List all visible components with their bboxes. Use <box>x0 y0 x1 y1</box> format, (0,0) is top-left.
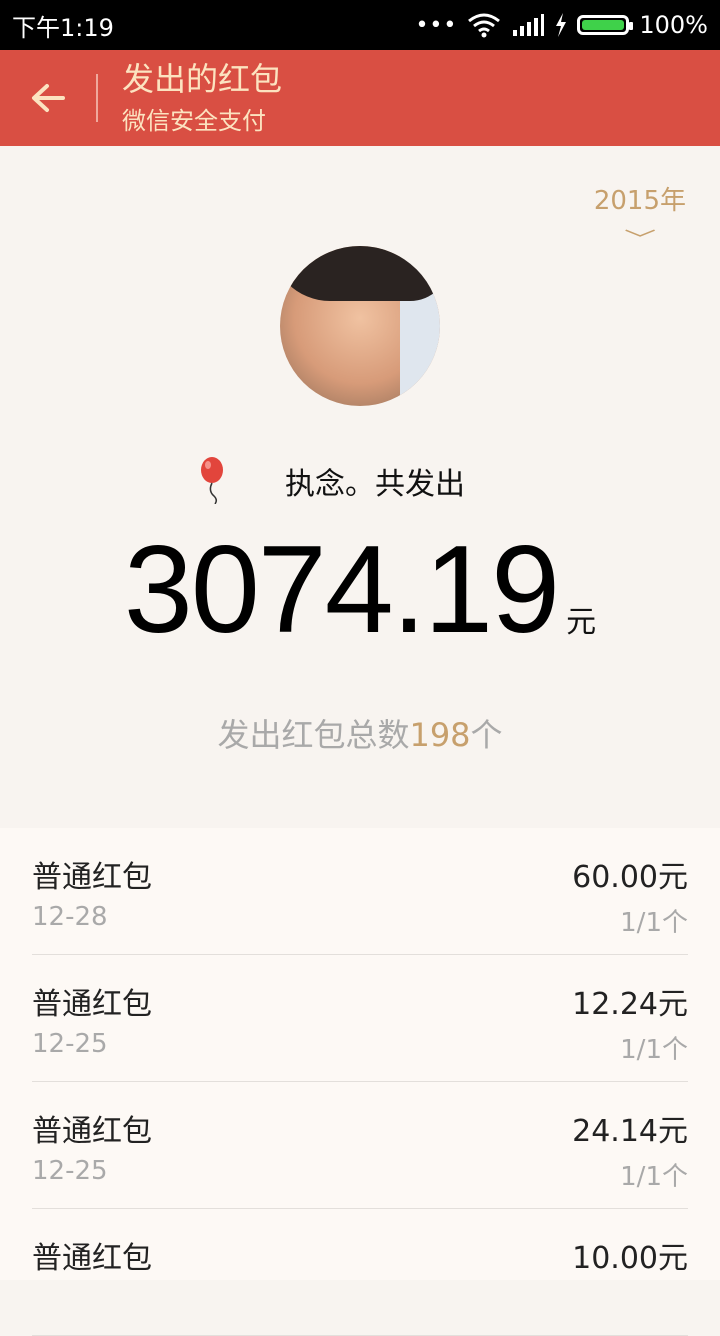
wifi-icon <box>468 13 501 38</box>
record-date: 12-28 <box>32 902 108 932</box>
list-item[interactable]: 普通红包 12-25 12.24元 1/1个 <box>32 955 688 1082</box>
balloon-icon <box>201 457 223 504</box>
record-date: 12-25 <box>32 1156 108 1186</box>
sender-line: 执念。共发出 <box>0 456 720 506</box>
record-type: 普通红包 <box>32 987 152 1022</box>
record-amount: 10.00元 <box>572 1241 688 1276</box>
app-bar: 发出的红包 微信安全支付 <box>0 50 720 146</box>
page-subtitle: 微信安全支付 <box>122 107 266 135</box>
record-type: 普通红包 <box>32 1114 152 1149</box>
record-type: 普通红包 <box>32 1241 152 1276</box>
status-icons: ••• 100% <box>415 11 708 39</box>
status-time: 下午1:19 <box>12 13 114 42</box>
arrow-left-icon <box>32 84 65 112</box>
battery-icon <box>577 15 634 35</box>
back-button[interactable] <box>0 50 96 146</box>
year-selector[interactable]: 2015年 ﹀ <box>594 180 686 252</box>
record-count: 1/1个 <box>620 1035 688 1065</box>
avatar[interactable] <box>280 246 440 406</box>
title-divider <box>96 74 98 122</box>
chevron-down-icon: ﹀ <box>623 227 656 251</box>
status-bar: 下午1:19 ••• 100% <box>0 0 720 50</box>
count-suffix: 个 <box>470 716 503 754</box>
record-date: 12-25 <box>32 1029 108 1059</box>
title-block: 发出的红包 微信安全支付 <box>122 59 282 137</box>
sender-summary: 执念。共发出 <box>285 467 465 502</box>
total-count: 发出红包总数198个 <box>0 710 720 756</box>
signal-icon <box>513 14 545 36</box>
record-amount: 12.24元 <box>572 987 688 1022</box>
record-amount: 24.14元 <box>572 1114 688 1149</box>
battery-percent: 100% <box>639 11 708 39</box>
record-amount: 60.00元 <box>572 860 688 895</box>
list-item[interactable]: 普通红包 12-28 60.00元 1/1个 <box>32 828 688 955</box>
total-amount: 3074.19 元 <box>0 520 720 660</box>
record-count: 1/1个 <box>620 1162 688 1192</box>
total-amount-value: 3074.19 <box>123 521 560 659</box>
total-amount-unit: 元 <box>566 605 597 640</box>
list-item[interactable]: 普通红包 12-25 24.14元 1/1个 <box>32 1082 688 1209</box>
charging-icon <box>556 13 567 37</box>
year-label: 2015年 <box>593 186 686 216</box>
record-list: 普通红包 12-28 60.00元 1/1个 普通红包 12-25 12.24元… <box>0 828 720 1336</box>
count-prefix: 发出红包总数 <box>217 716 410 754</box>
page-title: 发出的红包 <box>122 60 283 98</box>
record-type: 普通红包 <box>32 860 152 895</box>
count-value: 198 <box>409 716 471 754</box>
record-count: 1/1个 <box>620 908 688 938</box>
more-dots-icon: ••• <box>415 12 458 38</box>
list-item[interactable]: 普通红包 10.00元 <box>32 1209 688 1336</box>
